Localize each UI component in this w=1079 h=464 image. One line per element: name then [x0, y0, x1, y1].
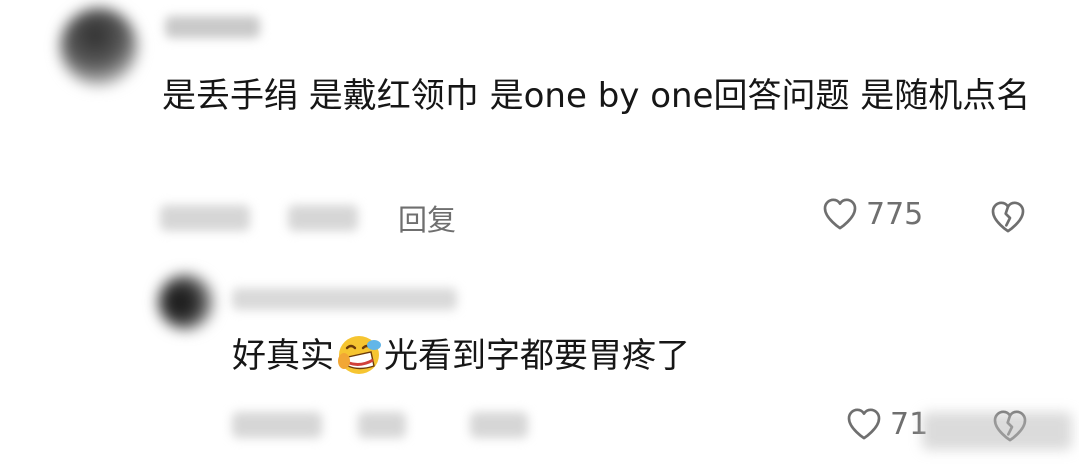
username-blurred[interactable] — [232, 288, 457, 310]
broken-heart-icon[interactable] — [988, 197, 1028, 237]
heart-outline-icon — [847, 408, 881, 440]
comment-item: 好真实 光看到字都要胃疼了 71 — [0, 262, 1079, 464]
like-count: 775 — [866, 196, 924, 232]
comment-text: 好真实 光看到字都要胃疼了 — [232, 330, 1032, 382]
comment-location-blurred — [288, 205, 358, 231]
comment-text-part: 好真实 — [232, 336, 334, 376]
comment-item: 是丢手绢 是戴红领巾 是one by one回答问题 是随机点名 回复 775 — [0, 0, 1079, 262]
comment-date-blurred — [232, 412, 322, 438]
reply-button[interactable]: 回复 — [398, 197, 456, 239]
comment-date-blurred — [160, 205, 250, 231]
avatar[interactable] — [158, 274, 214, 330]
comment-location-blurred — [358, 412, 406, 438]
heart-outline-icon — [823, 198, 857, 230]
face-with-hand-over-mouth-emoji — [338, 336, 381, 374]
comment-text: 是丢手绢 是戴红领巾 是one by one回答问题 是随机点名 — [162, 76, 1031, 116]
watermark-blurred — [922, 412, 1072, 450]
username-blurred[interactable] — [165, 16, 260, 38]
avatar[interactable] — [60, 8, 138, 86]
like-button[interactable]: 775 — [820, 194, 923, 234]
like-button[interactable]: 71 — [844, 404, 928, 444]
comment-text-part: 光看到字都要胃疼了 — [384, 336, 690, 376]
reply-button-blurred[interactable] — [470, 412, 528, 438]
